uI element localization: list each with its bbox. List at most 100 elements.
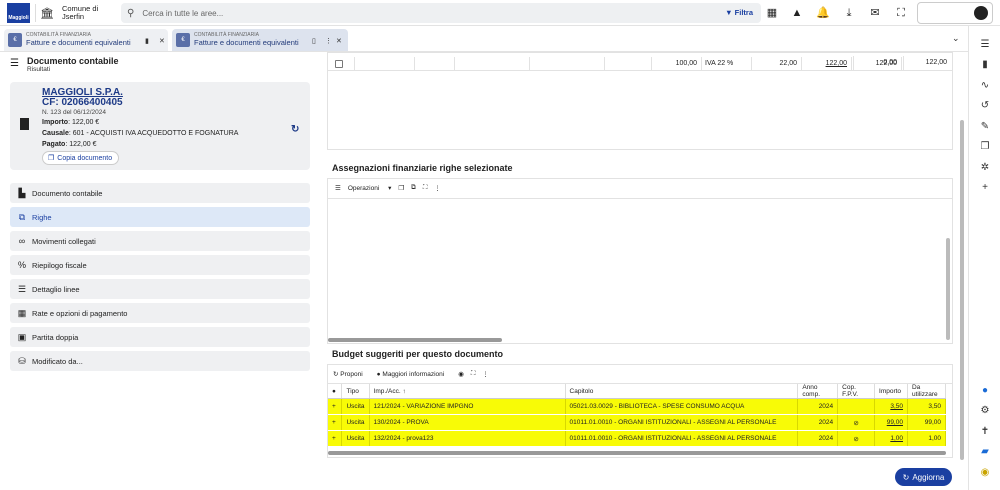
sort-arrow-icon: ↑ (402, 387, 406, 395)
menu-documento-contabile[interactable]: ▙ Documento contabile (10, 183, 310, 203)
cell-empty (529, 57, 604, 71)
menu-riepilogo-fiscale[interactable]: % Riepilogo fiscale (10, 255, 310, 275)
bookmark-icon[interactable]: ▮ (145, 37, 149, 45)
eye-icon[interactable]: ◉ (458, 370, 464, 378)
aggiorna-label: Aggiorna (912, 472, 945, 482)
search-input[interactable]: Cerca in tutte le aree... (142, 9, 223, 18)
location-icon[interactable]: ● (978, 384, 992, 398)
paste-icon[interactable]: ⧉ (411, 184, 416, 192)
row-add-icon[interactable]: + (328, 398, 343, 415)
bell-icon[interactable]: 🔔 (815, 5, 831, 21)
cell-importo[interactable]: 1,00 (874, 430, 908, 447)
cell-importo[interactable]: 3,50 (874, 398, 908, 415)
fullscreen-icon[interactable]: ⛶ (423, 184, 428, 192)
header-capitolo[interactable]: Capitolo (565, 384, 799, 399)
refresh-icon: ↻ (902, 472, 910, 482)
budget-toolbar-items: ↻ Proponi ● Maggiori informazioni ◉ ⛶ ⋮ (333, 370, 496, 378)
menu-dettaglio-linee[interactable]: ☰ Dettaglio linee (10, 279, 310, 299)
main-scrollbar[interactable] (960, 120, 964, 460)
cell-importo[interactable]: 99,00 (874, 414, 908, 431)
header-imp-acc[interactable]: Imp./Acc. ↑ (369, 384, 566, 399)
causale-line: Causale: 601 - ACQUISTI IVA ACQUEDOTTO E… (42, 130, 238, 137)
menu-partita-doppia[interactable]: ▣ Partita doppia (10, 327, 310, 347)
menu-rate-pagamento[interactable]: ▦ Rate e opzioni di pagamento (10, 303, 310, 323)
help-icon[interactable]: ◉ (978, 466, 992, 480)
tab-fatture-1[interactable]: € CONTABILITÀ FINANZIARIA Fatture e docu… (4, 29, 168, 51)
table-row[interactable]: + Uscita 130/2024 - PROVA 01011.01.0010 … (328, 414, 947, 431)
global-search[interactable]: ⚲ Cerca in tutte le aree... ▼ Filtra (121, 3, 761, 23)
filter-button[interactable]: ▼ Filtra (725, 8, 753, 17)
row-checkbox[interactable] (335, 60, 343, 68)
close-icon[interactable]: ✕ (336, 37, 342, 45)
proponi-button[interactable]: ↻ Proponi (333, 370, 370, 378)
aggiorna-button[interactable]: ↻ Aggiorna (895, 468, 952, 486)
cell-anno: 2024 (797, 398, 839, 415)
copy-document-button[interactable]: ❐ Copia documento (42, 151, 120, 165)
book-icon[interactable]: ▮ (978, 58, 992, 72)
cell-capitolo: 01011.01.0010 - ORGANI ISTITUZIONALI - A… (565, 430, 799, 447)
pin-icon[interactable]: ✎ (978, 120, 992, 134)
header-anno[interactable]: Anno comp. (797, 384, 839, 399)
menu-righe[interactable]: ⧉ Righe (10, 207, 310, 227)
menu-list-icon[interactable]: ☰ (978, 38, 992, 52)
header-fpv[interactable]: Cop. F.P.V. (837, 384, 876, 399)
warning-icon[interactable]: ▲ (789, 5, 805, 21)
document-card: MAGGIOLI S.P.A. CF: 02066400405 N. 123 d… (10, 82, 310, 170)
history-icon[interactable]: ↺ (978, 99, 992, 113)
assegnazioni-hscrollbar[interactable] (328, 338, 502, 342)
more-vert-icon[interactable]: ⋮ (434, 184, 441, 192)
cell-da-utilizzare[interactable]: 1,00 (907, 430, 947, 447)
menu-movimenti-collegati[interactable]: ∞ Movimenti collegati (10, 231, 310, 251)
header-da-utilizzare[interactable]: Da utilizzare (907, 384, 947, 399)
row-add-icon[interactable]: + (328, 430, 343, 447)
menu-icon: ☰ (335, 185, 341, 192)
menu-label: Rate e opzioni di pagamento (32, 308, 128, 318)
trend-icon[interactable]: ∿ (978, 79, 992, 93)
comune-selector[interactable]: 🏛 Comune di Jserfin (40, 5, 98, 21)
add-icon[interactable]: + (978, 181, 992, 195)
gear-icon[interactable]: ⚙ (978, 404, 992, 418)
grid-icon: ▦ (17, 307, 27, 318)
user-menu[interactable] (917, 2, 993, 24)
operazioni-dropdown[interactable]: Operazioni ▾ (348, 184, 392, 192)
table-row[interactable]: + Uscita 132/2024 - prova123 01011.01.00… (328, 430, 947, 447)
maggiori-label: Maggiori informazioni (382, 370, 445, 378)
cell-tipo: Uscita (341, 414, 370, 431)
maggiori-informazioni-button[interactable]: ● Maggiori informazioni (377, 371, 452, 378)
network-icon[interactable]: ✲ (978, 161, 992, 175)
cell-da-utilizzare[interactable]: 3,50 (907, 398, 947, 415)
mail-icon[interactable]: ✉ (867, 5, 883, 21)
header-expand[interactable]: ● (328, 384, 343, 399)
maggioli-logo[interactable]: Maggioli (7, 3, 30, 23)
download-icon[interactable]: ⤓ (841, 5, 857, 21)
copy-icon[interactable]: ❐ (398, 184, 404, 192)
left-header: ☰ Documento contabile Risultati (10, 56, 118, 73)
apps-grid-icon[interactable]: ▦ (764, 5, 780, 21)
cell-da-utilizzare[interactable]: 99,00 (907, 414, 947, 431)
bookmark-outline-icon[interactable]: ▯ (312, 37, 316, 45)
close-icon[interactable]: ✕ (159, 37, 165, 45)
budget-hscrollbar[interactable] (328, 451, 946, 455)
cell-empty (454, 57, 529, 71)
header-importo[interactable]: Importo (874, 384, 908, 399)
assegnazioni-scrollbar[interactable] (946, 238, 950, 340)
chat-icon[interactable]: ▰ (978, 445, 992, 459)
menu-modificato-da[interactable]: ⛁ Modificato da... (10, 351, 310, 371)
cell-totale[interactable]: 122,00 (801, 57, 851, 71)
cell-imposta: 22,00 (751, 57, 801, 71)
right-rail: ☰ ▮ ∿ ↺ ✎ ❐ ✲ + ● ⚙ ✝ ▰ ◉ (968, 26, 1000, 490)
more-vert-icon[interactable]: ⋮ (482, 370, 489, 378)
chevron-down-icon[interactable]: ⌄ (952, 33, 960, 44)
fullscreen-icon[interactable]: ⛶ (893, 5, 909, 21)
list-icon[interactable]: ☰ (10, 58, 19, 73)
refresh-icon[interactable]: ↻ (291, 124, 299, 135)
accessibility-icon[interactable]: ✝ (978, 425, 992, 439)
header-tipo[interactable]: Tipo (341, 384, 370, 399)
copy-icon[interactable]: ❐ (978, 140, 992, 154)
tab-fatture-2[interactable]: € CONTABILITÀ FINANZIARIA Fatture e docu… (172, 29, 348, 51)
more-vert-icon[interactable]: ⋮ (325, 37, 332, 45)
table-row[interactable]: + Uscita 121/2024 - VARIAZIONE IMPGNO 05… (328, 398, 947, 415)
history-icon: ⛁ (18, 355, 26, 366)
row-add-icon[interactable]: + (328, 414, 343, 431)
fullscreen-icon[interactable]: ⛶ (471, 370, 476, 378)
